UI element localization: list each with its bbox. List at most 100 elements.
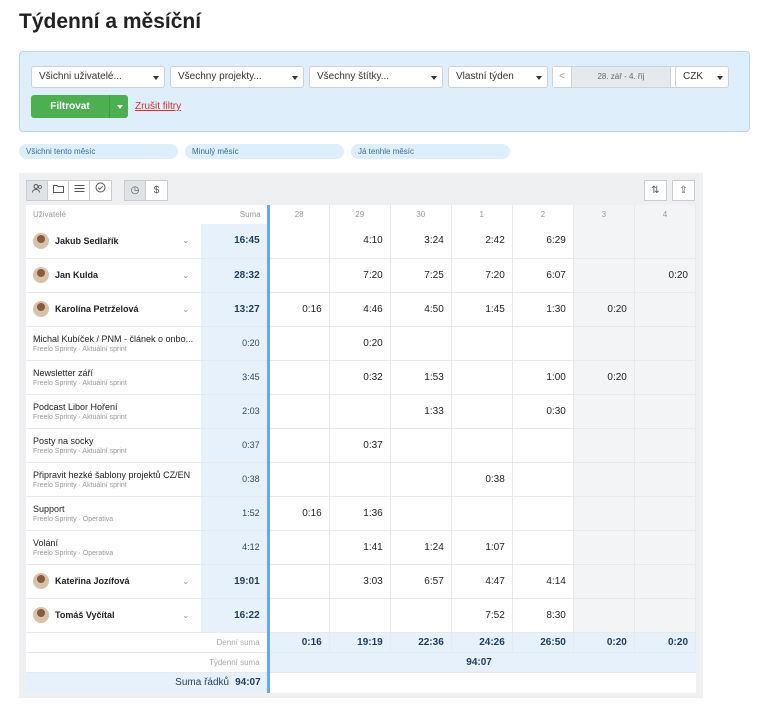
chevron-down-icon[interactable]: ⌄: [182, 611, 189, 620]
day-cell[interactable]: [512, 462, 574, 497]
user-row[interactable]: Jan Kulda ⌄ 28:32 7:20 7:25 7:20 6:07 0:20: [26, 258, 697, 293]
day-cell[interactable]: 0:37: [329, 428, 391, 463]
day-cell[interactable]: [512, 530, 574, 565]
chevron-down-icon[interactable]: ⌄: [182, 271, 189, 280]
user-row[interactable]: Karolína Petrželová ⌄ 13:27 0:16 4:46 4:50 1…: [26, 292, 697, 327]
day-cell[interactable]: 0:20: [573, 360, 635, 395]
day-cell[interactable]: 4:14: [512, 564, 574, 599]
day-cell[interactable]: [390, 598, 452, 633]
day-cell[interactable]: 1:00: [512, 360, 574, 395]
day-cell[interactable]: [390, 496, 452, 531]
task-title[interactable]: Newsletter září: [33, 368, 197, 378]
day-cell[interactable]: [451, 496, 513, 531]
day-cell[interactable]: [268, 360, 330, 395]
currency-select[interactable]: CZK: [675, 66, 729, 88]
user-name-cell[interactable]: Jakub Sedlařík ⌄: [33, 232, 197, 249]
filter-button[interactable]: Filtrovat: [31, 95, 128, 118]
day-cell[interactable]: [573, 564, 635, 599]
list-icon[interactable]: [69, 181, 90, 200]
day-cell[interactable]: 4:10: [329, 224, 391, 259]
user-name-cell[interactable]: Tomáš Vyčítal ⌄: [33, 607, 197, 623]
user-row[interactable]: Tomáš Vyčítal ⌄ 16:22 7:52 8:30: [26, 598, 697, 633]
period-select[interactable]: Vlastní týden: [448, 66, 548, 88]
day-cell[interactable]: 0:20: [634, 258, 697, 293]
day-cell[interactable]: 1:41: [329, 530, 391, 565]
day-cell[interactable]: [634, 428, 697, 463]
day-cell[interactable]: [573, 496, 635, 531]
user-name-cell[interactable]: Jan Kulda ⌄: [33, 267, 197, 283]
day-cell[interactable]: [634, 394, 697, 429]
folder-icon[interactable]: [48, 181, 69, 200]
day-cell[interactable]: 0:16: [268, 496, 330, 531]
day-cell[interactable]: [573, 326, 635, 361]
check-circle-icon[interactable]: [90, 181, 111, 200]
day-cell[interactable]: [573, 428, 635, 463]
day-cell[interactable]: [451, 326, 513, 361]
date-prev-button[interactable]: <: [553, 67, 572, 87]
day-cell[interactable]: [268, 428, 330, 463]
day-cell[interactable]: [329, 598, 391, 633]
task-title[interactable]: Michal Kubíček / PNM - článek o onbo...: [33, 334, 197, 344]
day-cell[interactable]: [268, 326, 330, 361]
day-cell[interactable]: 7:52: [451, 598, 513, 633]
day-cell[interactable]: [573, 462, 635, 497]
day-cell[interactable]: 8:30: [512, 598, 574, 633]
day-cell[interactable]: [634, 598, 697, 633]
day-cell[interactable]: [634, 292, 697, 327]
quick-filter-last-month[interactable]: Minulý měsíc: [185, 144, 344, 159]
day-cell[interactable]: 4:47: [451, 564, 513, 599]
user-name-cell[interactable]: Karolína Petrželová ⌄: [33, 301, 197, 317]
day-cell[interactable]: [268, 530, 330, 565]
user-row[interactable]: Kateřina Jozífová ⌄ 19:01 3:03 6:57 4:47 4:1…: [26, 564, 697, 599]
day-cell[interactable]: 0:32: [329, 360, 391, 395]
day-cell[interactable]: 7:25: [390, 258, 452, 293]
users-select[interactable]: Všichni uživatelé...: [31, 66, 165, 88]
users-icon[interactable]: [27, 181, 48, 200]
day-cell[interactable]: 0:20: [573, 292, 635, 327]
day-cell[interactable]: 0:20: [329, 326, 391, 361]
task-title[interactable]: Připravit hezké šablony projektů CZ/EN: [33, 470, 197, 480]
day-cell[interactable]: [390, 428, 452, 463]
day-cell[interactable]: [634, 326, 697, 361]
day-cell[interactable]: 1:36: [329, 496, 391, 531]
day-cell[interactable]: 1:45: [451, 292, 513, 327]
day-cell[interactable]: [573, 394, 635, 429]
day-cell[interactable]: 3:03: [329, 564, 391, 599]
day-cell[interactable]: [268, 258, 330, 293]
day-cell[interactable]: [634, 360, 697, 395]
quick-filter-me-this-month[interactable]: Já tenhle měsíc: [351, 144, 510, 159]
day-cell[interactable]: [268, 462, 330, 497]
clear-filters-link[interactable]: Zrušit filtry: [135, 101, 181, 112]
task-title[interactable]: Podcast Libor Hoření: [33, 402, 197, 412]
day-cell[interactable]: [634, 496, 697, 531]
chevron-down-icon[interactable]: ⌄: [182, 577, 189, 586]
task-title[interactable]: Support: [33, 504, 197, 514]
day-cell[interactable]: [573, 598, 635, 633]
day-cell[interactable]: [634, 530, 697, 565]
day-cell[interactable]: 2:42: [451, 224, 513, 259]
day-cell[interactable]: [634, 564, 697, 599]
day-cell[interactable]: 0:38: [451, 462, 513, 497]
day-cell[interactable]: 4:46: [329, 292, 391, 327]
day-cell[interactable]: [268, 598, 330, 633]
task-title[interactable]: Posty na socky: [33, 436, 197, 446]
day-cell[interactable]: [329, 462, 391, 497]
day-cell[interactable]: [329, 394, 391, 429]
day-cell[interactable]: 0:30: [512, 394, 574, 429]
column-header-sum[interactable]: Suma: [201, 205, 270, 224]
day-cell[interactable]: [268, 394, 330, 429]
day-cell[interactable]: [268, 564, 330, 599]
day-cell[interactable]: [268, 224, 330, 259]
day-cell[interactable]: [512, 326, 574, 361]
day-cell[interactable]: [390, 462, 452, 497]
user-row[interactable]: Jakub Sedlařík ⌄ 16:45 4:10 3:24 2:42 6:29: [26, 224, 697, 259]
day-cell[interactable]: 6:57: [390, 564, 452, 599]
day-cell[interactable]: 1:30: [512, 292, 574, 327]
day-cell[interactable]: [390, 326, 452, 361]
chevron-down-icon[interactable]: ⌄: [182, 236, 189, 245]
day-cell[interactable]: 3:24: [390, 224, 452, 259]
day-cell[interactable]: [634, 462, 697, 497]
day-cell[interactable]: 7:20: [329, 258, 391, 293]
day-cell[interactable]: 4:50: [390, 292, 452, 327]
clock-icon[interactable]: ◷: [125, 181, 146, 200]
